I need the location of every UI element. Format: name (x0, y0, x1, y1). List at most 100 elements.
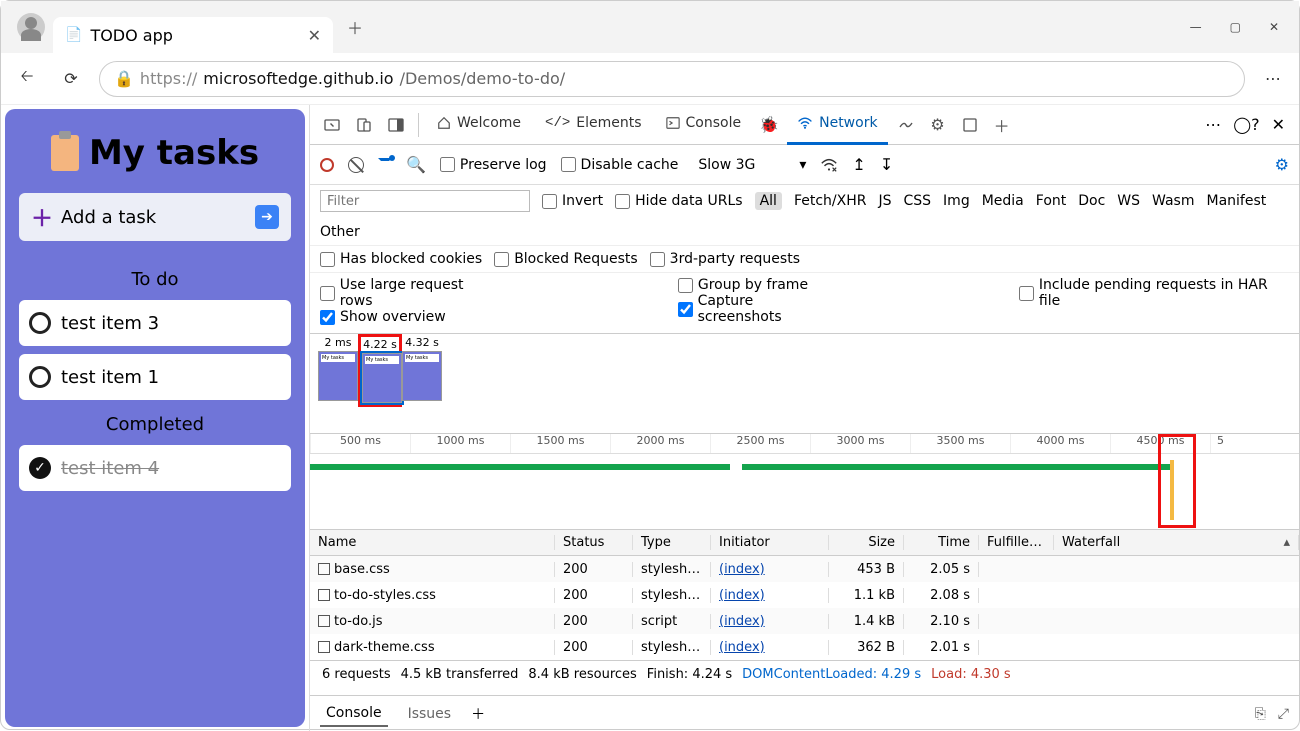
help-icon[interactable]: ◯? (1233, 115, 1259, 134)
add-task-input[interactable]: ＋ Add a task ➔ (19, 193, 291, 241)
inspect-icon[interactable] (318, 111, 346, 139)
col-name[interactable]: Name (310, 535, 555, 550)
throttling-select[interactable]: Slow 3G ▾ (692, 157, 806, 173)
close-tab-icon[interactable]: ✕ (308, 26, 321, 45)
has-blocked-cookies-checkbox[interactable]: Has blocked cookies (320, 251, 482, 267)
tab-console[interactable]: Console (656, 105, 752, 145)
group-by-frame-checkbox[interactable]: Group by frame (678, 277, 839, 293)
filter-type[interactable]: Other (320, 224, 360, 240)
filter-type[interactable]: CSS (903, 193, 931, 209)
record-button[interactable] (320, 158, 334, 172)
url-path: /Demos/demo-to-do/ (400, 69, 566, 88)
task-item[interactable]: test item 3 (19, 300, 291, 346)
devtools-panel: Welcome </> Elements Console 🐞 Network ⚙… (309, 105, 1299, 731)
memory-icon[interactable]: ⚙ (924, 111, 952, 139)
filter-type[interactable]: Img (943, 193, 970, 209)
network-settings-icon[interactable]: ⚙ (1275, 155, 1289, 174)
col-waterfall[interactable]: Waterfall▴ (1054, 535, 1299, 550)
col-time[interactable]: Time (904, 535, 979, 550)
filter-type[interactable]: Media (982, 193, 1024, 209)
radio-unchecked-icon[interactable] (29, 312, 51, 334)
filter-toggle-icon[interactable] (378, 158, 392, 172)
filter-type[interactable]: Wasm (1152, 193, 1194, 209)
close-devtools-icon[interactable]: ✕ (1272, 115, 1285, 134)
col-status[interactable]: Status (555, 535, 633, 550)
profile-avatar[interactable] (17, 13, 45, 41)
address-bar[interactable]: 🔒 https://microsoftedge.github.io/Demos/… (99, 61, 1245, 97)
large-rows-checkbox[interactable]: Use large request rows (320, 277, 498, 309)
filmstrip[interactable]: 2 ms My tasks 4.22 s My tasks 4.32 s My … (310, 334, 1299, 434)
network-filter-bar: Invert Hide data URLs All Fetch/XHR JS C… (310, 185, 1299, 246)
third-party-checkbox[interactable]: 3rd-party requests (650, 251, 800, 267)
task-item[interactable]: test item 1 (19, 354, 291, 400)
devtools-drawer: Console Issues ＋ ⎘ ⤢ (310, 695, 1299, 731)
download-har-icon[interactable]: ↧ (880, 155, 893, 174)
request-row[interactable]: base.css200styleshe…(index)453 B2.05 s (310, 556, 1299, 582)
request-row[interactable]: to-do-styles.css200styleshe…(index)1.1 k… (310, 582, 1299, 608)
disable-cache-checkbox[interactable]: Disable cache (561, 157, 679, 173)
drawer-expand-icon[interactable]: ⤢ (1278, 706, 1289, 722)
tab-welcome[interactable]: Welcome (427, 105, 531, 145)
back-button[interactable]: 🡠 (11, 63, 43, 95)
more-tools-icon[interactable]: ⋯ (1205, 115, 1221, 134)
request-row[interactable]: dark-theme.css200styleshe…(index)362 B2.… (310, 634, 1299, 660)
drawer-tab-console[interactable]: Console (320, 701, 388, 727)
filter-type[interactable]: Fetch/XHR (794, 193, 867, 209)
preserve-log-checkbox[interactable]: Preserve log (440, 157, 547, 173)
overview-request-bar (310, 464, 730, 470)
minimize-icon[interactable]: — (1190, 20, 1202, 34)
code-icon: </> (545, 115, 570, 131)
capture-screenshots-checkbox[interactable]: Capture screenshots (678, 293, 839, 325)
tab-network[interactable]: Network (787, 105, 887, 145)
drawer-issues-icon[interactable]: ⎘ (1255, 706, 1266, 722)
drawer-tab-issues[interactable]: Issues (408, 706, 452, 722)
performance-icon[interactable] (892, 111, 920, 139)
submit-task-button[interactable]: ➔ (255, 205, 279, 229)
filter-type[interactable]: JS (878, 193, 891, 209)
filter-type[interactable]: Doc (1078, 193, 1105, 209)
console-icon (666, 116, 680, 130)
search-icon[interactable]: 🔍 (406, 155, 426, 174)
bug-icon[interactable]: 🐞 (755, 111, 783, 139)
request-table-header[interactable]: Name Status Type Initiator Size Time Ful… (310, 530, 1299, 556)
filter-type[interactable]: WS (1117, 193, 1140, 209)
add-tab-icon[interactable]: ＋ (988, 111, 1016, 139)
overview-timeline[interactable]: 500 ms1000 ms1500 ms2000 ms2500 ms3000 m… (310, 434, 1299, 530)
invert-checkbox[interactable]: Invert (542, 193, 603, 209)
col-size[interactable]: Size (829, 535, 904, 550)
status-requests: 6 requests (322, 667, 391, 682)
offline-wifi-icon[interactable] (820, 157, 838, 173)
clipboard-icon (51, 135, 79, 171)
filter-input[interactable] (320, 190, 530, 212)
show-overview-checkbox[interactable]: Show overview (320, 309, 498, 325)
blocked-requests-checkbox[interactable]: Blocked Requests (494, 251, 637, 267)
new-tab-button[interactable]: ＋ (339, 11, 371, 43)
col-type[interactable]: Type (633, 535, 711, 550)
hide-data-urls-checkbox[interactable]: Hide data URLs (615, 193, 742, 209)
add-drawer-tab-icon[interactable]: ＋ (471, 704, 485, 724)
tab-elements[interactable]: </> Elements (535, 105, 651, 145)
col-fulfilled[interactable]: Fulfilled… (979, 535, 1054, 550)
close-window-icon[interactable]: ✕ (1269, 20, 1279, 34)
filter-type[interactable]: Font (1036, 193, 1066, 209)
filter-type[interactable]: Manifest (1207, 193, 1267, 209)
radio-unchecked-icon[interactable] (29, 366, 51, 388)
maximize-icon[interactable]: ▢ (1230, 20, 1241, 34)
filmstrip-frame[interactable]: 2 ms My tasks (318, 336, 358, 401)
task-item-completed[interactable]: ✓ test item 4 (19, 445, 291, 491)
include-pending-checkbox[interactable]: Include pending requests in HAR file (1019, 277, 1289, 309)
col-initiator[interactable]: Initiator (711, 535, 829, 550)
clear-button[interactable] (348, 157, 364, 173)
dock-icon[interactable] (382, 111, 410, 139)
device-toggle-icon[interactable] (350, 111, 378, 139)
refresh-button[interactable]: ⟳ (55, 63, 87, 95)
upload-har-icon[interactable]: ↥ (852, 155, 865, 174)
request-row[interactable]: to-do.js200script(index)1.4 kB2.10 s (310, 608, 1299, 634)
filter-type-all[interactable]: All (755, 192, 782, 210)
application-icon[interactable] (956, 111, 984, 139)
more-menu-icon[interactable]: ⋯ (1257, 63, 1289, 95)
check-icon[interactable]: ✓ (29, 457, 51, 479)
filmstrip-frame-selected[interactable]: 4.22 s My tasks (360, 336, 400, 405)
filmstrip-frame[interactable]: 4.32 s My tasks (402, 336, 442, 401)
browser-tab[interactable]: 📄 TODO app ✕ (53, 17, 333, 53)
